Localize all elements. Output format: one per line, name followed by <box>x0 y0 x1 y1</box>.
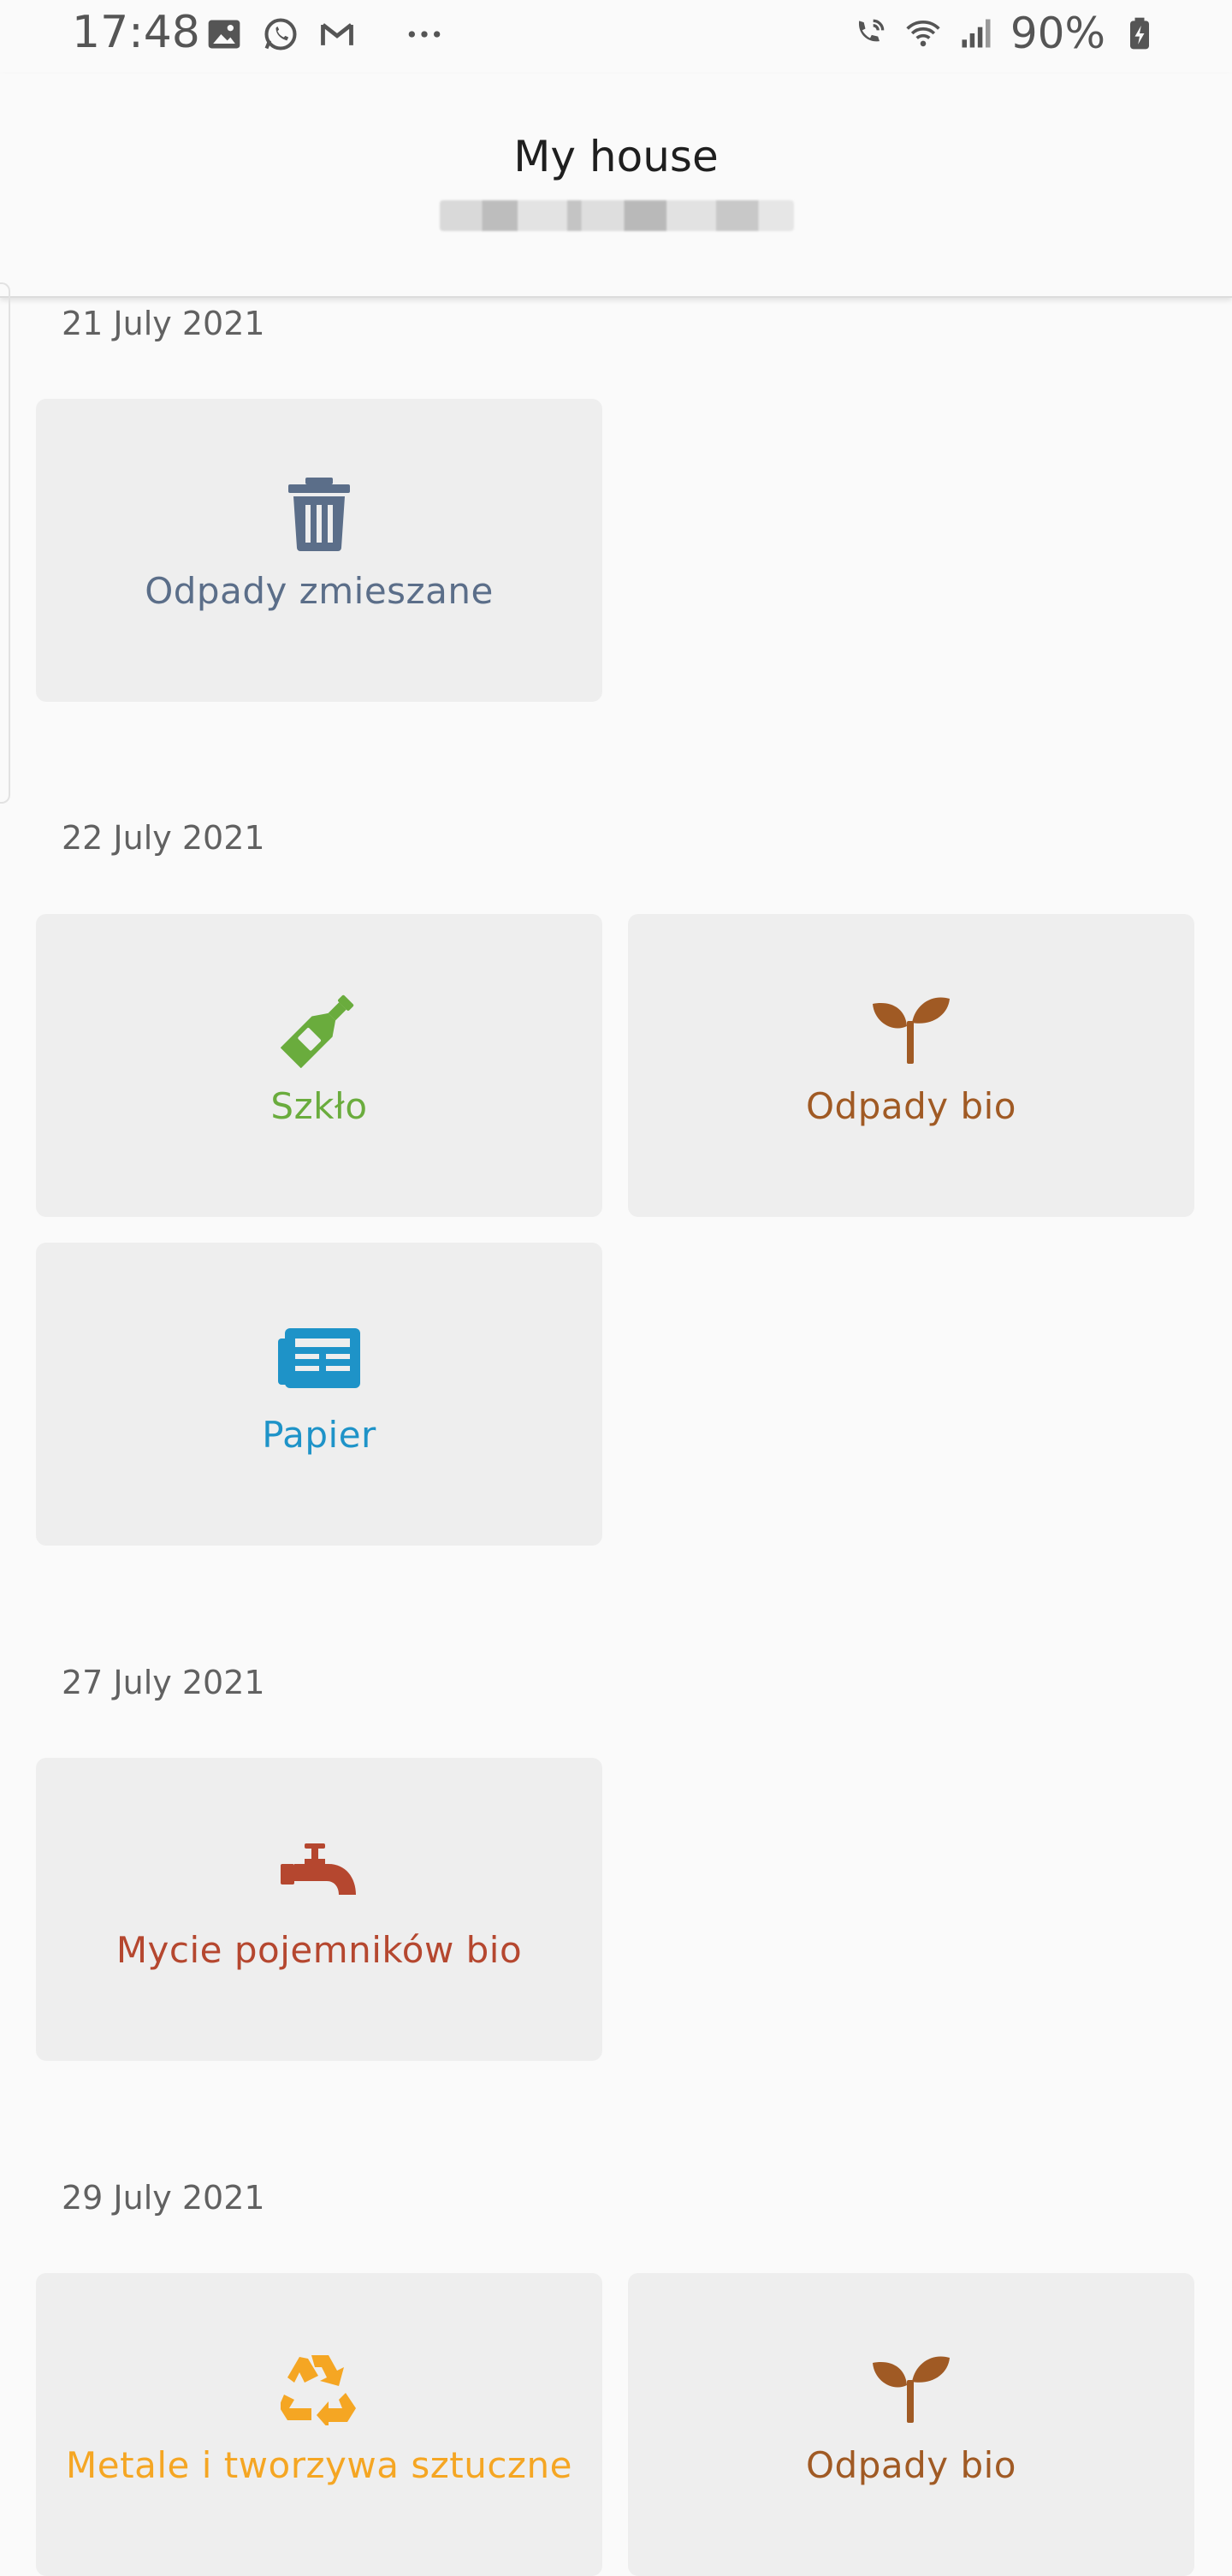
notification-icons <box>205 15 443 53</box>
waste-card-mixed[interactable]: Odpady zmieszane <box>36 399 602 702</box>
gmail-icon <box>321 23 353 45</box>
waste-card-bio[interactable]: Odpady bio <box>628 2273 1194 2576</box>
waste-card-glass[interactable]: Szkło <box>36 914 602 1217</box>
waste-type-label: Mycie pojemników bio <box>116 1929 523 1971</box>
waste-card-metal-plastic[interactable]: Metale i tworzywa sztuczne <box>36 2273 602 2576</box>
page-title: My house <box>513 132 719 181</box>
date-heading: 22 July 2021 <box>62 819 265 857</box>
waste-type-label: Papier <box>262 1414 376 1456</box>
waste-type-label: Odpady bio <box>805 1085 1016 1127</box>
whatsapp-icon <box>264 18 297 50</box>
app-header: My house <box>0 74 1232 298</box>
sprout-icon <box>873 997 950 1064</box>
waste-card-paper[interactable]: Papier <box>36 1243 602 1546</box>
image-icon <box>208 20 240 49</box>
waste-card-container-wash[interactable]: Mycie pojemników bio <box>36 1758 602 2061</box>
battery-percentage: 90% <box>1010 9 1105 58</box>
wifi-icon <box>906 20 940 47</box>
sprout-icon <box>873 2356 950 2423</box>
address-redacted <box>440 200 794 231</box>
waste-type-label: Metale i tworzywa sztuczne <box>66 2444 572 2486</box>
status-time: 17:48 <box>72 7 200 58</box>
bottle-icon <box>281 994 354 1068</box>
drawer-edge[interactable] <box>0 282 10 804</box>
wifi-call-icon <box>858 19 885 42</box>
trash-icon <box>288 478 350 551</box>
waste-type-label: Szkło <box>270 1085 368 1127</box>
more-icon <box>408 31 441 38</box>
recycle-icon <box>281 2355 356 2425</box>
waste-type-label: Odpady zmieszane <box>145 570 494 612</box>
waste-type-label: Odpady bio <box>805 2444 1016 2486</box>
date-heading: 27 July 2021 <box>62 1664 265 1701</box>
faucet-icon <box>281 1843 356 1895</box>
system-icons: 90% <box>851 9 1158 58</box>
date-heading: 29 July 2021 <box>62 2179 265 2217</box>
date-heading: 21 July 2021 <box>62 305 265 342</box>
waste-card-bio[interactable]: Odpady bio <box>628 914 1194 1217</box>
status-bar: 17:48 90% <box>0 0 1232 74</box>
battery-icon <box>1130 17 1149 50</box>
signal-icon <box>962 19 991 48</box>
newspaper-icon <box>278 1328 360 1388</box>
